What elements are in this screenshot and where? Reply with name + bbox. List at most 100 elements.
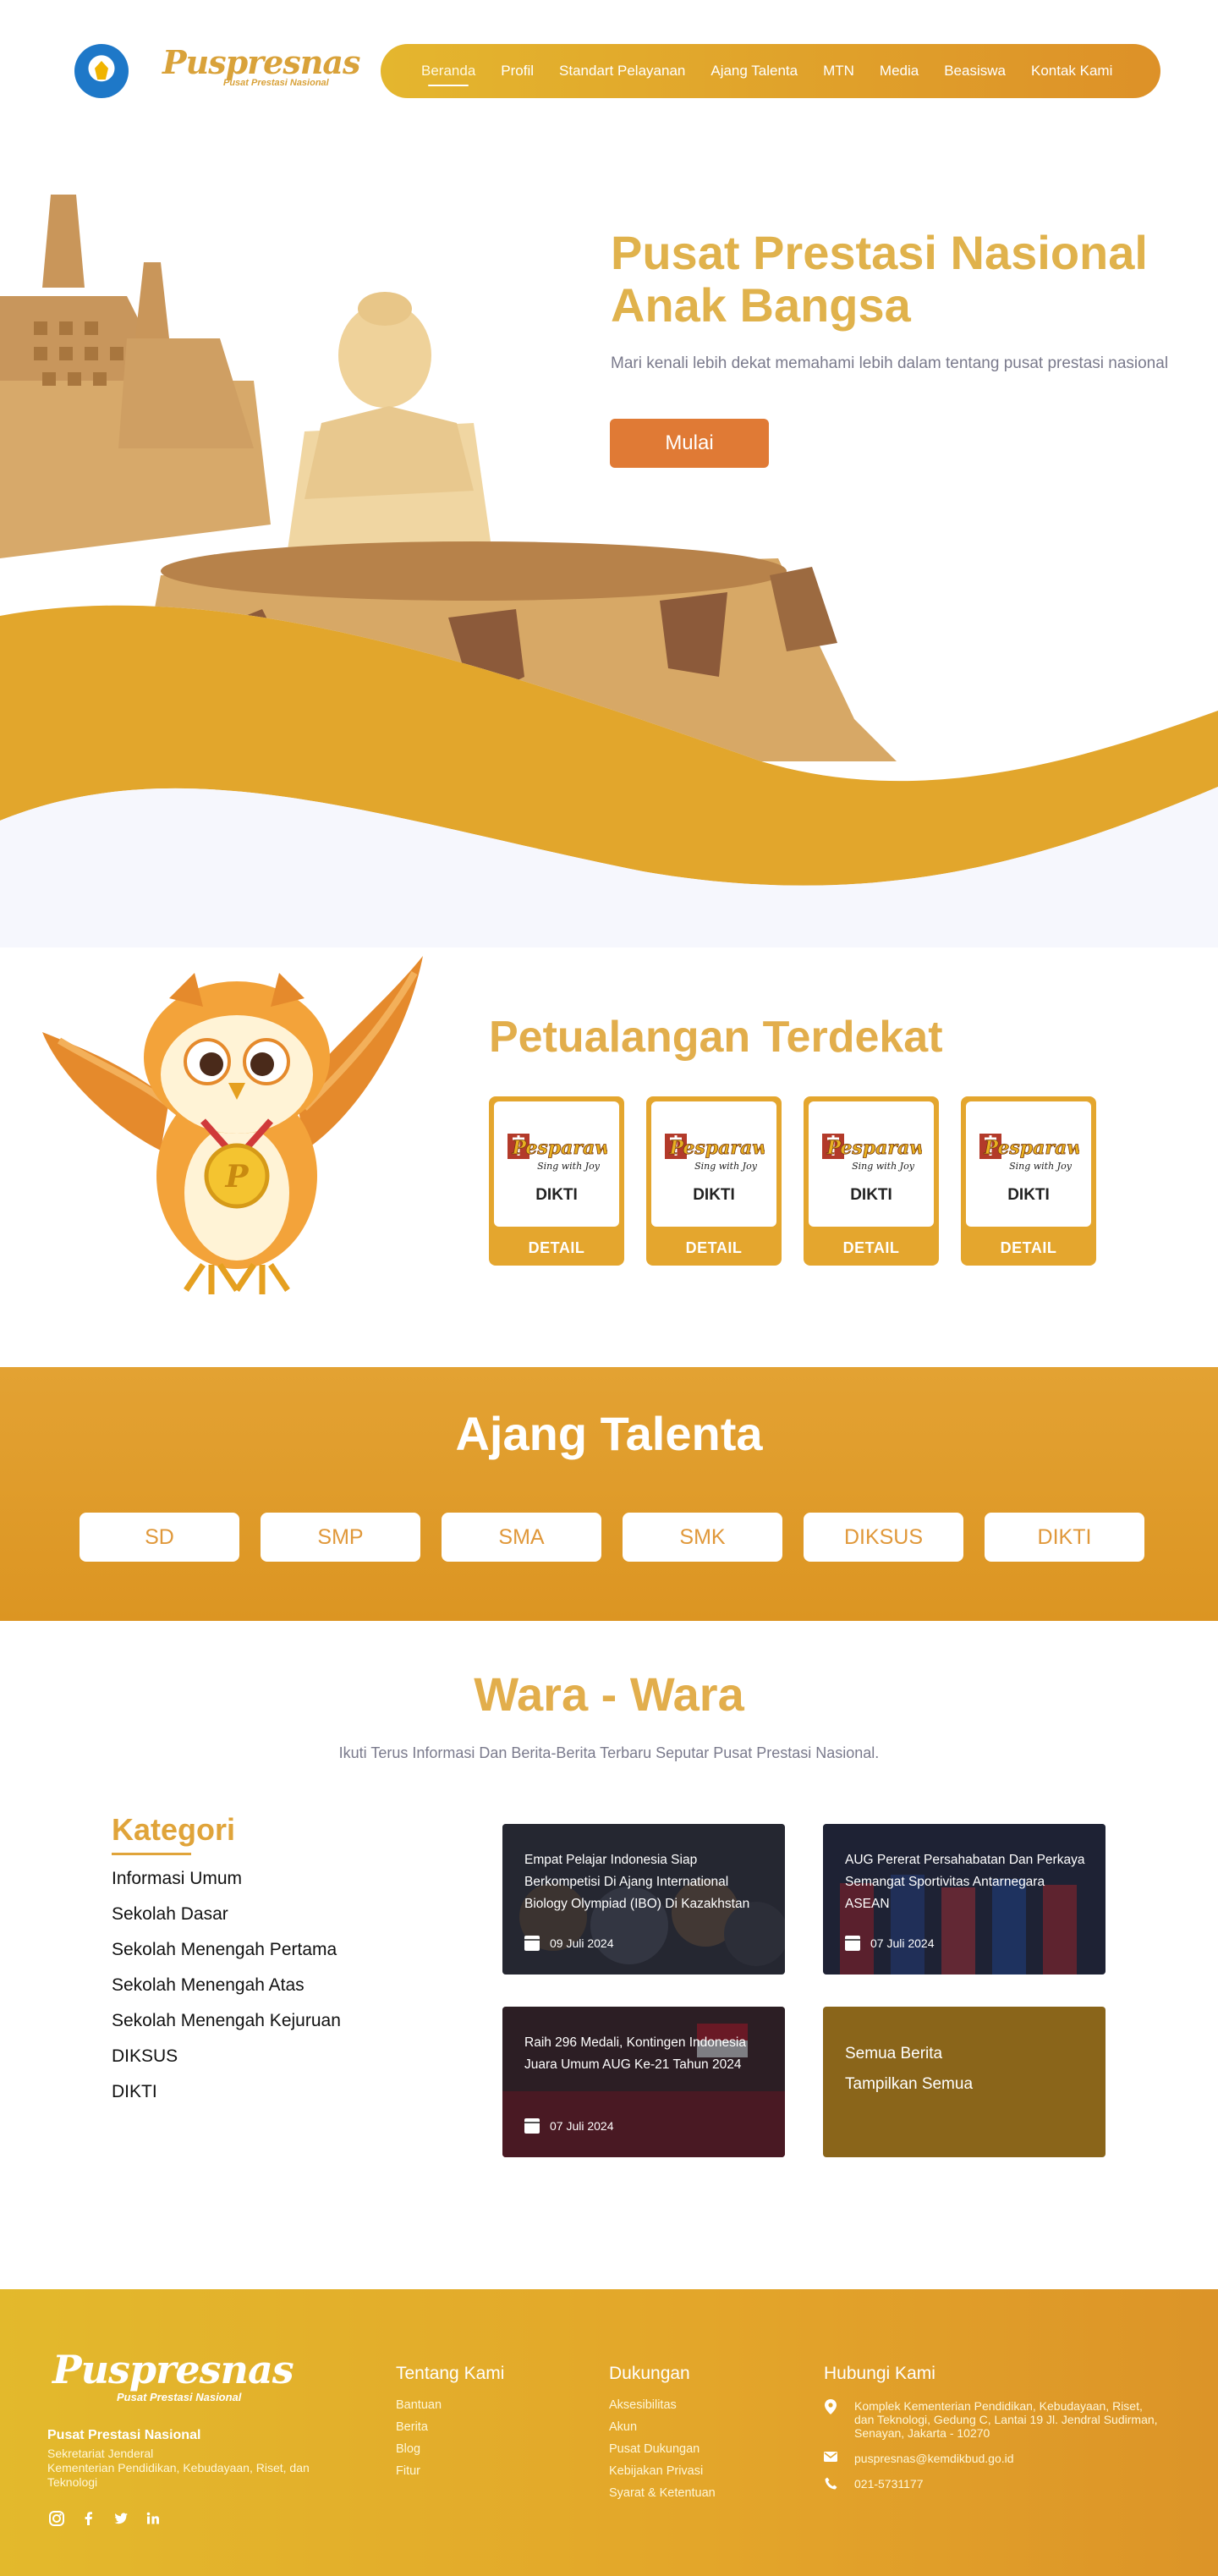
puspresnas-logo[interactable]: Puspresnas Pusat Prestasi Nasional: [162, 43, 360, 98]
footer-phone[interactable]: 021-5731177: [854, 2477, 923, 2493]
ajang-talenta-section: Ajang Talenta SD SMP SMA SMK DIKSUS DIKT…: [0, 1367, 1218, 1621]
nav-beranda[interactable]: Beranda: [421, 63, 475, 86]
hero-description: Mari kenali lebih dekat memahami lebih d…: [611, 354, 1169, 372]
event-card[interactable]: Pesparawi Sing with Joy DIKTI DETAIL: [804, 1096, 939, 1266]
footer-contact-title: Hubungi Kami: [824, 2364, 935, 2383]
kategori-item[interactable]: Sekolah Menengah Kejuruan: [112, 2008, 341, 2044]
footer-email-row: puspresnas@kemdikbud.go.id: [824, 2452, 1162, 2465]
kategori-item[interactable]: Sekolah Menengah Pertama: [112, 1937, 341, 1973]
footer-link-aksesibilitas[interactable]: Aksesibilitas: [609, 2394, 716, 2416]
news-date: 07 Juli 2024: [845, 1936, 935, 1951]
ajang-talenta-title: Ajang Talenta: [455, 1407, 763, 1460]
twitter-icon[interactable]: [112, 2509, 130, 2528]
footer-link-syarat-ketentuan[interactable]: Syarat & Ketentuan: [609, 2482, 716, 2504]
wara-wara-subtitle: Ikuti Terus Informasi Dan Berita-Berita …: [338, 1744, 880, 1761]
event-logo-icon: Pesparawi Sing with Joy: [508, 1134, 607, 1172]
footer-dukungan-title: Dukungan: [609, 2364, 690, 2383]
main-nav: Beranda Profil Standart Pelayanan Ajang …: [381, 44, 1160, 98]
event-card-label: DIKTI: [693, 1186, 735, 1204]
news-overlay: [502, 2007, 785, 2157]
brand-tagline: Pusat Prestasi Nasional: [223, 78, 329, 88]
nav-media[interactable]: Media: [880, 63, 919, 80]
news-title: Empat Pelajar Indonesia Siap Berkompetis…: [524, 1853, 750, 1911]
news-date: 07 Juli 2024: [524, 2118, 614, 2134]
hero-title-line1: Pusat Prestasi Nasional: [611, 226, 1148, 279]
footer-link-akun[interactable]: Akun: [609, 2416, 716, 2438]
kategori-list: Informasi Umum Sekolah Dasar Sekolah Men…: [112, 1866, 341, 2115]
kategori-item[interactable]: Sekolah Menengah Atas: [112, 1973, 341, 2008]
start-button[interactable]: Mulai: [610, 419, 769, 468]
hero-title-line2: Anak Bangsa: [611, 278, 911, 332]
nav-beasiswa[interactable]: Beasiswa: [944, 63, 1006, 80]
show-all-link[interactable]: Tampilkan Semua: [845, 2069, 1084, 2100]
nav-mtn[interactable]: MTN: [823, 63, 854, 80]
wara-wara-title: Wara - Wara: [474, 1667, 744, 1721]
kategori-item[interactable]: Sekolah Dasar: [112, 1902, 341, 1937]
news-card[interactable]: AUG Pererat Persahabatan Dan Perkaya Sem…: [823, 1824, 1106, 1975]
level-button-diksus[interactable]: DIKSUS: [804, 1513, 963, 1562]
level-button-sd[interactable]: SD: [80, 1513, 239, 1562]
linkedin-icon[interactable]: [144, 2509, 162, 2528]
kategori-item[interactable]: Informasi Umum: [112, 1866, 341, 1902]
all-news-card[interactable]: Semua Berita Tampilkan Semua: [823, 2007, 1106, 2157]
footer-org-sub2: Kementerian Pendidikan, Kebudayaan, Rise…: [47, 2461, 310, 2489]
svg-text:Pesparawi: Pesparawi: [983, 1137, 1079, 1159]
event-detail-button[interactable]: DETAIL: [489, 1239, 624, 1257]
event-card[interactable]: Pesparawi Sing with Joy DIKTI DETAIL: [646, 1096, 782, 1266]
footer-link-blog[interactable]: Blog: [396, 2438, 504, 2460]
brand-name: Puspresnas: [162, 43, 360, 81]
nav-ajang-talenta[interactable]: Ajang Talenta: [710, 63, 798, 80]
footer-link-kebijakan-privasi[interactable]: Kebijakan Privasi: [609, 2460, 716, 2482]
event-logo-icon: Pesparawi Sing with Joy: [822, 1134, 922, 1172]
event-card-label: DIKTI: [850, 1186, 892, 1204]
news-card[interactable]: Empat Pelajar Indonesia Siap Berkompetis…: [502, 1824, 785, 1975]
location-pin-icon: [824, 2399, 837, 2440]
petualangan-title: Petualangan Terdekat: [489, 1013, 943, 1062]
footer-tentang-column: Tentang Kami Bantuan Berita Blog Fitur: [396, 2364, 504, 2482]
event-card-body: Pesparawi Sing with Joy DIKTI: [494, 1101, 619, 1227]
footer-contact: Hubungi Kami Komplek Kementerian Pendidi…: [824, 2364, 1162, 2505]
event-card-body: Pesparawi Sing with Joy DIKTI: [809, 1101, 934, 1227]
site-header: Puspresnas Pusat Prestasi Nasional Beran…: [0, 0, 1218, 135]
owl-mascot-illustration: P: [42, 956, 423, 1294]
svg-text:Sing with Joy: Sing with Joy: [852, 1161, 915, 1172]
footer-brand[interactable]: Puspresnas: [52, 2347, 294, 2392]
level-button-sma[interactable]: SMA: [442, 1513, 601, 1562]
footer-link-bantuan[interactable]: Bantuan: [396, 2394, 504, 2416]
kategori-title: Kategori: [112, 1812, 236, 1847]
event-detail-button[interactable]: DETAIL: [646, 1239, 782, 1257]
event-detail-button[interactable]: DETAIL: [961, 1239, 1096, 1257]
kategori-item[interactable]: DIKSUS: [112, 2044, 341, 2079]
footer-address: Komplek Kementerian Pendidikan, Kebudaya…: [854, 2399, 1158, 2440]
level-button-smp[interactable]: SMP: [261, 1513, 420, 1562]
phone-icon: [824, 2477, 837, 2493]
hero-wave-shape: [0, 605, 1218, 947]
news-date-text: 07 Juli 2024: [550, 2119, 614, 2133]
kemdikbud-logo-icon[interactable]: [74, 44, 129, 98]
footer-email[interactable]: puspresnas@kemdikbud.go.id: [854, 2452, 1014, 2465]
event-card[interactable]: Pesparawi Sing with Joy DIKTI DETAIL: [489, 1096, 624, 1266]
instagram-icon[interactable]: [47, 2509, 66, 2528]
kategori-item[interactable]: DIKTI: [112, 2079, 341, 2115]
event-card[interactable]: Pesparawi Sing with Joy DIKTI DETAIL: [961, 1096, 1096, 1266]
nav-kontak-kami[interactable]: Kontak Kami: [1031, 63, 1112, 80]
facebook-icon[interactable]: [80, 2509, 98, 2528]
event-detail-button[interactable]: DETAIL: [804, 1239, 939, 1257]
news-title: Raih 296 Medali, Kontingen Indonesia Jua…: [524, 2035, 746, 2072]
footer-link-berita[interactable]: Berita: [396, 2416, 504, 2438]
svg-text:P: P: [224, 1159, 249, 1195]
svg-text:Sing with Joy: Sing with Joy: [537, 1161, 601, 1172]
level-buttons: SD SMP SMA SMK DIKSUS DIKTI: [80, 1513, 1144, 1562]
footer-org-name: Pusat Prestasi Nasional: [47, 2428, 201, 2442]
level-button-smk[interactable]: SMK: [623, 1513, 782, 1562]
news-card[interactable]: Raih 296 Medali, Kontingen Indonesia Jua…: [502, 2007, 785, 2157]
level-button-dikti[interactable]: DIKTI: [985, 1513, 1144, 1562]
footer-link-fitur[interactable]: Fitur: [396, 2460, 504, 2482]
footer-org-sub1: Sekretariat Jenderal: [47, 2447, 154, 2460]
hero-section: [0, 0, 1218, 947]
footer-phone-row: 021-5731177: [824, 2477, 1162, 2493]
footer-dukungan-column: Dukungan Aksesibilitas Akun Pusat Dukung…: [609, 2364, 716, 2504]
footer-link-pusat-dukungan[interactable]: Pusat Dukungan: [609, 2438, 716, 2460]
nav-profil[interactable]: Profil: [501, 63, 534, 80]
nav-standart-pelayanan[interactable]: Standart Pelayanan: [559, 63, 685, 80]
